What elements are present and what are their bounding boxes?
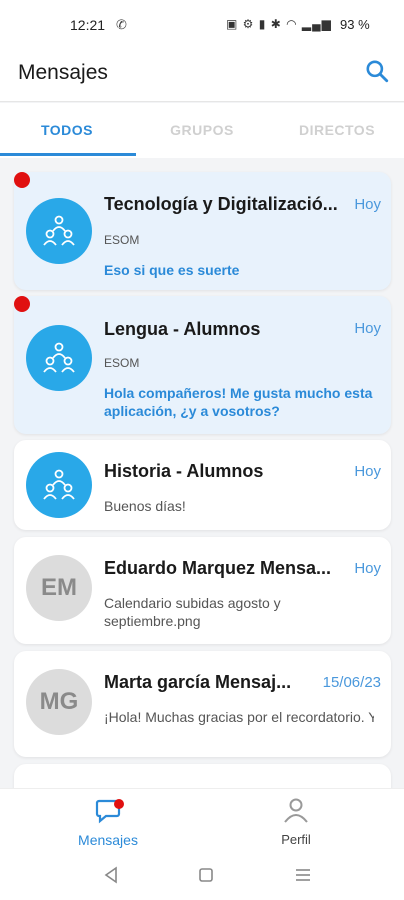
group-avatar [26,325,92,391]
conversation-card[interactable] [14,764,391,788]
conversation-card[interactable]: Lengua - Alumnos Hoy ESOM Hola compañero… [14,296,391,434]
group-avatar [26,452,92,518]
search-icon[interactable] [364,58,390,84]
conversation-school: ESOM [104,233,140,247]
conversation-title: Tecnología y Digitalizació... [104,194,338,214]
tab-grupos[interactable]: GRUPOS [135,103,269,158]
app-bar: Mensajes [0,52,404,102]
whatsapp-icon: ✆ [116,17,127,32]
back-icon[interactable] [100,864,124,886]
conversation-last-message: Hola compañeros! Me gusta mucho esta apl… [104,385,373,419]
tab-todos[interactable]: TODOS [0,103,134,158]
page-title: Mensajes [18,61,108,84]
group-icon [43,469,75,500]
conversation-card[interactable]: Historia - Alumnos Hoy Buenos días! [14,440,391,530]
nav-label: Mensajes [78,832,138,848]
nav-mensajes[interactable]: Mensajes [48,795,168,848]
conversation-card[interactable]: EM Eduardo Marquez Mensa... Hoy Calendar… [14,537,391,644]
system-navigation-bar [0,850,404,900]
avatar: MG [26,669,92,735]
group-avatar [26,198,92,264]
conversation-card[interactable]: Tecnología y Digitalizació... Hoy ESOM E… [14,172,391,290]
conversation-date: Hoy [354,560,381,577]
unread-badge [14,296,30,312]
conversation-school: ESOM [104,356,140,370]
avatar: EM [26,555,92,621]
conversation-date: Hoy [354,320,381,337]
conversation-title: Eduardo Marquez Mensa... [104,558,332,578]
conversation-date: Hoy [354,196,381,213]
unread-badge [14,172,30,188]
nav-label: Perfil [281,832,311,847]
conversation-card[interactable]: MG Marta garcía Mensaj... 15/06/23 ¡Hola… [14,651,391,757]
active-tab-indicator [0,153,136,156]
message-text: ¡Hola! Muchas gracias por el recordatori… [104,709,374,725]
group-icon [43,215,75,246]
conversation-title: Historia - Alumnos [104,461,264,481]
conversation-title: Lengua - Alumnos [104,319,261,339]
conversation-last-message: Calendario subidas agosto y septiembre.p… [104,595,281,629]
conversation-date: 15/06/23 [322,674,381,691]
status-time: 12:21 [70,17,106,33]
status-bar: 12:21 ✆ ▣ ⚙ ▮ ✱ ◠ ▂▄▆ 93 % [0,0,404,52]
group-icon [43,342,75,373]
nav-perfil[interactable]: Perfil [236,795,356,847]
conversation-last-message: Eso si que es suerte [104,262,240,278]
tab-directos[interactable]: DIRECTOS [270,103,404,158]
tab-bar: TODOS GRUPOS DIRECTOS [0,103,404,158]
conversation-date: Hoy [354,463,381,480]
conversation-list[interactable]: Tecnología y Digitalizació... Hoy ESOM E… [0,160,404,788]
user-icon [284,798,308,823]
conversation-last-message: ¡Hola! Muchas gracias por el recordatori… [104,708,374,726]
conversation-last-message: Buenos días! [104,498,186,514]
menu-icon[interactable] [291,864,315,886]
status-icons: ▣ ⚙ ▮ ✱ ◠ ▂▄▆ [226,17,332,31]
home-icon[interactable] [194,864,218,886]
bottom-navigation: Mensajes Perfil [0,788,404,850]
battery-level: 93 % [340,17,370,32]
notification-badge [114,799,124,809]
conversation-title: Marta garcía Mensaj... [104,672,292,692]
